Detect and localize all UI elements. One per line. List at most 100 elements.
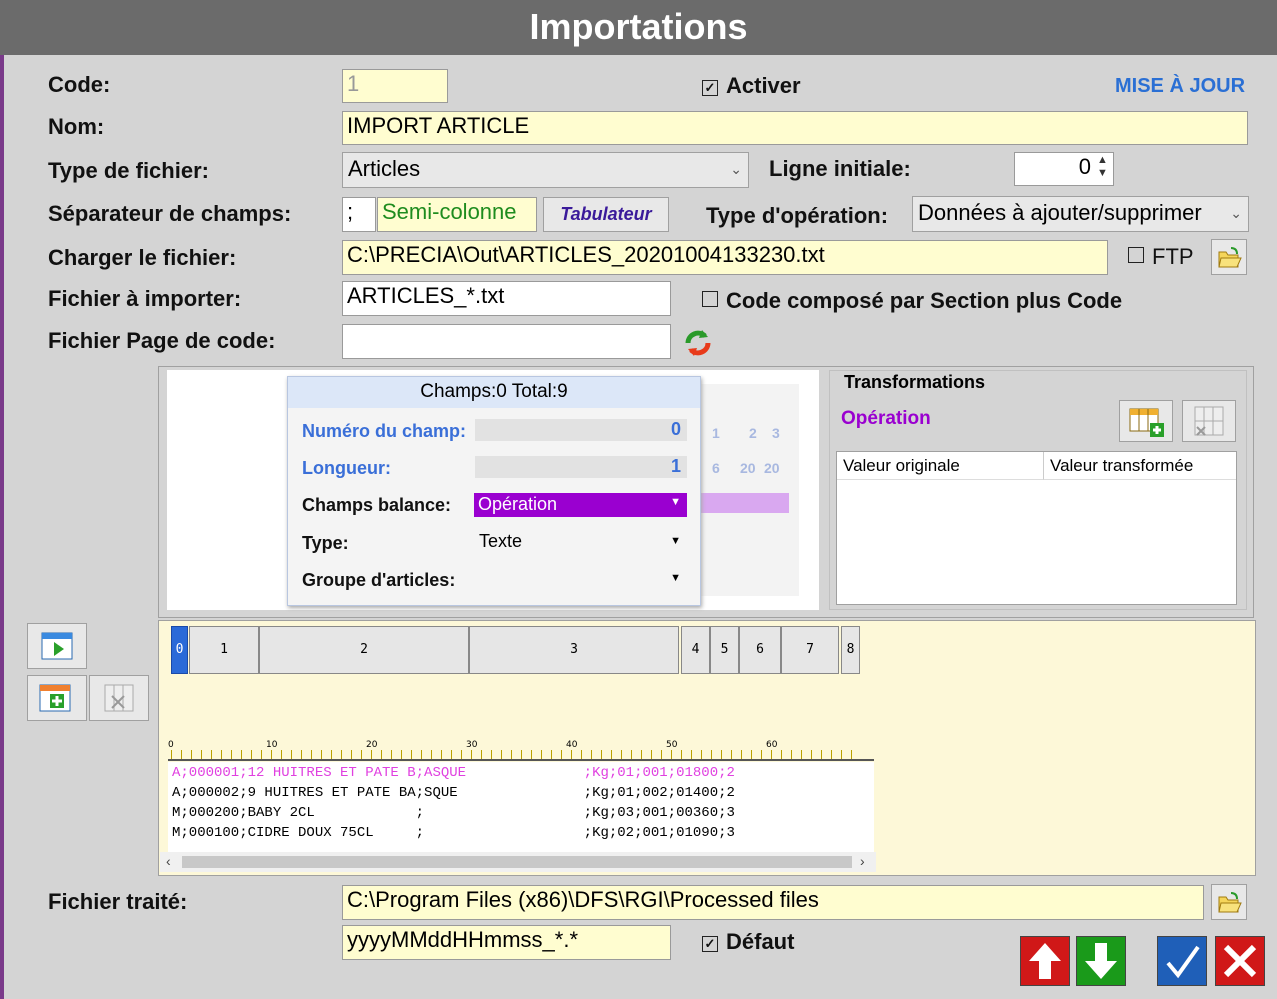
chevron-down-icon: ⌄ [1230, 205, 1242, 221]
file-preview[interactable]: A;000001;12 HUITRES ET PATE B;ASQUE ;Kg;… [168, 762, 874, 852]
horizontal-scrollbar[interactable]: ‹ › [160, 852, 876, 872]
charger-label: Charger le fichier: [48, 245, 237, 270]
ruler-baseline [168, 759, 874, 761]
column-header[interactable]: 5 [710, 626, 739, 674]
mise-a-jour-link[interactable]: MISE À JOUR [1115, 75, 1245, 98]
add-column-button[interactable] [27, 675, 87, 721]
ghost-num: 2 [749, 425, 757, 441]
scrollbar-thumb[interactable] [182, 856, 852, 868]
scroll-right-icon[interactable]: › [860, 853, 865, 869]
balance-select[interactable]: Opération ▼ [474, 493, 687, 517]
activer-label: Activer [726, 73, 801, 98]
type-operation-select[interactable]: Données à ajouter/supprimer ⌄ [912, 196, 1249, 232]
ruler-label: 60 [766, 740, 778, 750]
delete-transform-button[interactable] [1182, 400, 1236, 442]
transformations-title: Transformations [842, 372, 988, 393]
arrow-down-icon [1085, 943, 1117, 979]
ruler-label: 40 [566, 740, 578, 750]
move-down-button[interactable] [1076, 936, 1126, 986]
page-code-field[interactable] [342, 324, 671, 359]
balance-label: Champs balance: [302, 495, 452, 515]
spinner-arrows-icon[interactable]: ▲ ▼ [1097, 154, 1108, 180]
longueur-label: Longueur: [302, 458, 391, 478]
arrow-up-icon [1029, 943, 1061, 979]
dropdown-arrow-icon: ▼ [670, 535, 681, 547]
fichier-importer-field[interactable]: ARTICLES_*.txt [342, 281, 671, 316]
activer-checkbox[interactable]: ✓ Activer [702, 73, 801, 99]
column-header[interactable]: 2 [259, 626, 469, 674]
ligne-initiale-label: Ligne initiale: [769, 156, 911, 181]
tabulateur-button[interactable]: Tabulateur [543, 197, 669, 232]
code-field[interactable]: 1 [342, 69, 448, 103]
col-valeur-transformee[interactable]: Valeur transformée [1044, 452, 1236, 480]
dropdown-arrow-icon: ▼ [670, 572, 681, 584]
transform-table: Valeur originale Valeur transformée [836, 451, 1237, 605]
groupe-select[interactable]: ▼ [474, 568, 687, 592]
column-header[interactable]: 3 [469, 626, 679, 674]
delete-column-button[interactable] [89, 675, 149, 721]
type-operation-label: Type d'opération: [706, 203, 889, 228]
column-header[interactable]: 8 [841, 626, 860, 674]
fichier-importer-label: Fichier à importer: [48, 286, 242, 311]
type-select[interactable]: Texte ▼ [474, 531, 687, 555]
add-grid-icon [1129, 408, 1164, 437]
ruler-label: 10 [266, 740, 278, 750]
cancel-button[interactable] [1215, 936, 1265, 986]
column-header[interactable]: 1 [189, 626, 259, 674]
close-icon [1223, 944, 1257, 978]
column-header[interactable]: 7 [781, 626, 839, 674]
left-border [0, 55, 4, 999]
checkbox-checked-icon: ✓ [702, 80, 718, 96]
add-grid-icon [39, 684, 71, 712]
numero-field[interactable]: 0 [475, 419, 687, 441]
ruler-label: 50 [666, 740, 678, 750]
ruler-label: 0 [168, 740, 174, 750]
chevron-down-icon: ⌄ [730, 161, 742, 177]
ruler-label: 20 [366, 740, 378, 750]
nom-field[interactable]: IMPORT ARTICLE [342, 111, 1248, 145]
checkbox-unchecked-icon [1128, 247, 1144, 263]
groupe-label: Groupe d'articles: [302, 570, 456, 590]
ftp-checkbox[interactable]: FTP [1128, 244, 1194, 270]
numero-label: Numéro du champ: [302, 421, 467, 441]
type-operation-value: Données à ajouter/supprimer [918, 200, 1202, 225]
scroll-left-icon[interactable]: ‹ [166, 853, 171, 869]
refresh-button[interactable] [680, 325, 716, 361]
field-properties-card: Champs:0 Total:9 Numéro du champ: 0 Long… [287, 376, 701, 606]
defaut-label: Défaut [726, 929, 795, 954]
preview-line: A;000001;12 HUITRES ET PATE B;ASQUE ;Kg;… [172, 765, 735, 781]
open-folder-icon [1218, 892, 1242, 913]
ghost-balance-bar [699, 493, 789, 513]
col-valeur-originale[interactable]: Valeur originale [837, 452, 1044, 480]
page-code-label: Fichier Page de code: [48, 328, 276, 353]
ligne-initiale-value: 0 [1078, 154, 1091, 179]
column-header[interactable]: 6 [739, 626, 781, 674]
separateur-char-field[interactable]: ; [342, 197, 376, 232]
window-title: Importations [529, 6, 748, 47]
check-icon [1166, 945, 1200, 979]
defaut-checkbox[interactable]: ✓ Défaut [702, 929, 794, 955]
code-compose-checkbox[interactable]: Code composé par Section plus Code [702, 288, 1122, 314]
column-header[interactable]: 4 [681, 626, 710, 674]
longueur-field[interactable]: 1 [475, 456, 687, 478]
preview-line: M;000200;BABY 2CL ; ;Kg;03;001;00360;3 [172, 805, 735, 821]
pattern-field[interactable]: yyyyMMddHHmmss_*.* [342, 925, 671, 960]
move-up-button[interactable] [1020, 936, 1070, 986]
open-folder-button[interactable] [1211, 884, 1247, 920]
type-value: Texte [479, 531, 523, 551]
semi-colonne-button[interactable]: Semi-colonne [377, 197, 537, 232]
charger-field[interactable]: C:\PRECIA\Out\ARTICLES_20201004133230.tx… [342, 240, 1108, 275]
delete-grid-icon [1194, 406, 1224, 436]
type-fichier-value: Articles [348, 156, 421, 181]
ftp-label: FTP [1152, 244, 1194, 269]
confirm-button[interactable] [1157, 936, 1207, 986]
type-fichier-select[interactable]: Articles ⌄ [342, 152, 749, 188]
nom-label: Nom: [48, 114, 105, 139]
run-button[interactable] [27, 623, 87, 669]
preview-line: A;000002;9 HUITRES ET PATE BA;SQUE ;Kg;0… [172, 785, 735, 801]
open-folder-button[interactable] [1211, 239, 1247, 275]
column-header[interactable]: 0 [171, 626, 188, 674]
fichier-traite-field[interactable]: C:\Program Files (x86)\DFS\RGI\Processed… [342, 885, 1204, 920]
preview-line: M;000100;CIDRE DOUX 75CL ; ;Kg;02;001;01… [172, 825, 735, 841]
add-transform-button[interactable] [1119, 400, 1173, 442]
